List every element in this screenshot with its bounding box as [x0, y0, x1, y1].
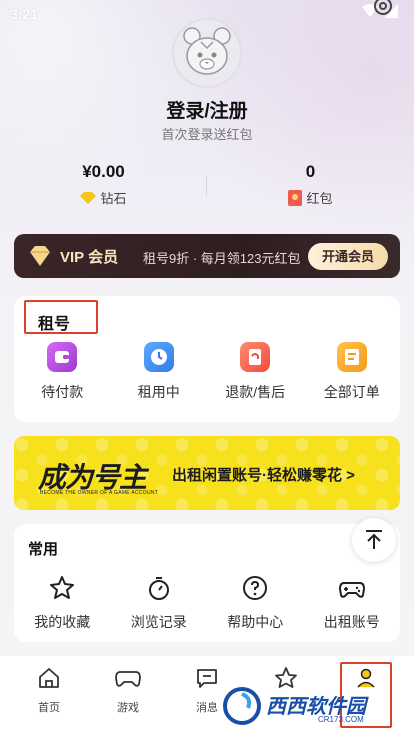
watermark-url: CR173.COM — [318, 715, 364, 724]
site-watermark: 西西软件园 CR173.COM — [222, 686, 392, 726]
my-favorites-label: 我的收藏 — [34, 614, 91, 630]
redpack-balance[interactable]: 0 红包 — [207, 162, 414, 207]
order-in-use[interactable]: 租用中 — [111, 342, 208, 402]
common-section-title: 常用 — [28, 541, 59, 558]
scroll-to-top-button[interactable] — [352, 518, 396, 562]
tab-games-label: 游戏 — [117, 702, 139, 714]
banner-subtitle-en: BECOME THE OWNER OF A GAME ACCOUNT — [40, 490, 159, 496]
order-all-label: 全部订单 — [323, 384, 380, 400]
order-all[interactable]: 全部订单 — [304, 342, 401, 402]
refund-icon — [240, 342, 271, 372]
redpack-value: 0 — [305, 162, 316, 181]
common-tools-card: 常用 我的收藏 浏览记录 帮助中心 出租账号 — [14, 524, 400, 642]
vip-banner[interactable]: VIP 会员 租号9折 · 每月领123元红包 开通会员 — [14, 234, 400, 278]
open-vip-button[interactable]: 开通会员 — [308, 243, 388, 270]
become-owner-banner[interactable]: 成为号主 BECOME THE OWNER OF A GAME ACCOUNT … — [14, 436, 400, 510]
order-in-use-label: 租用中 — [137, 384, 180, 400]
tab-games[interactable]: 游戏 — [88, 666, 168, 715]
banner-text: 出租闲置账号·轻松赚零花 > — [172, 467, 355, 484]
vip-description: 租号9折 · 每月领123元红包 — [143, 251, 301, 266]
browse-history-label: 浏览记录 — [130, 614, 187, 630]
orders-icon — [336, 342, 367, 372]
order-pending-payment[interactable]: 待付款 — [14, 342, 111, 402]
gamepad-icon — [338, 582, 365, 598]
diamond-label: 钻石 — [100, 191, 127, 206]
star-icon — [50, 576, 75, 599]
diamond-value: ¥0.00 — [82, 162, 125, 181]
gamepad-icon — [115, 671, 141, 687]
vip-diamond-icon — [30, 246, 50, 266]
my-favorites[interactable]: 我的收藏 — [14, 574, 111, 632]
login-register-link[interactable]: 登录/注册 — [0, 96, 414, 123]
redpack-label: 红包 — [306, 191, 333, 206]
order-pending-label: 待付款 — [41, 384, 84, 400]
help-icon — [243, 576, 268, 600]
help-center[interactable]: 帮助中心 — [207, 574, 304, 632]
order-refund[interactable]: 退款/售后 — [207, 342, 304, 402]
order-refund-label: 退款/售后 — [225, 384, 286, 400]
vip-title: VIP 会员 — [60, 249, 119, 266]
avatar[interactable] — [172, 18, 242, 88]
common-tools-row: 我的收藏 浏览记录 帮助中心 出租账号 — [14, 574, 400, 632]
diamond-label-row: 钻石 — [0, 188, 207, 207]
rent-order-actions: 待付款 租用中 退款/售后 全部订单 — [14, 342, 400, 402]
message-icon — [197, 669, 217, 688]
wallet-summary: ¥0.00 钻石 0 红包 — [0, 162, 414, 212]
status-time: 3:21 — [10, 6, 39, 22]
red-envelope-icon — [288, 189, 303, 206]
settings-gear-icon[interactable] — [370, 0, 396, 26]
diamond-icon — [80, 191, 97, 204]
rent-orders-card: 租号 待付款 租用中 退款/售后 全部订单 — [14, 296, 400, 422]
browse-history[interactable]: 浏览记录 — [111, 574, 208, 632]
tiger-mascot-icon — [183, 27, 231, 75]
tab-home-label: 首页 — [38, 702, 60, 714]
login-bonus-text: 首次登录送红包 — [161, 127, 253, 142]
stopwatch-icon — [148, 577, 169, 600]
rent-out-account[interactable]: 出租账号 — [304, 574, 401, 632]
clock-icon — [143, 342, 174, 372]
watermark-logo-icon — [223, 687, 261, 725]
arrow-up-icon — [366, 530, 382, 549]
redpack-label-row: 红包 — [207, 188, 414, 207]
diamond-balance[interactable]: ¥0.00 钻石 — [0, 162, 207, 207]
tab-home[interactable]: 首页 — [9, 666, 89, 715]
help-center-label: 帮助中心 — [227, 614, 284, 630]
home-icon — [39, 668, 59, 688]
wallet-icon — [47, 342, 78, 372]
rent-out-account-label: 出租账号 — [323, 614, 380, 630]
rent-section-title: 租号 — [24, 300, 98, 334]
